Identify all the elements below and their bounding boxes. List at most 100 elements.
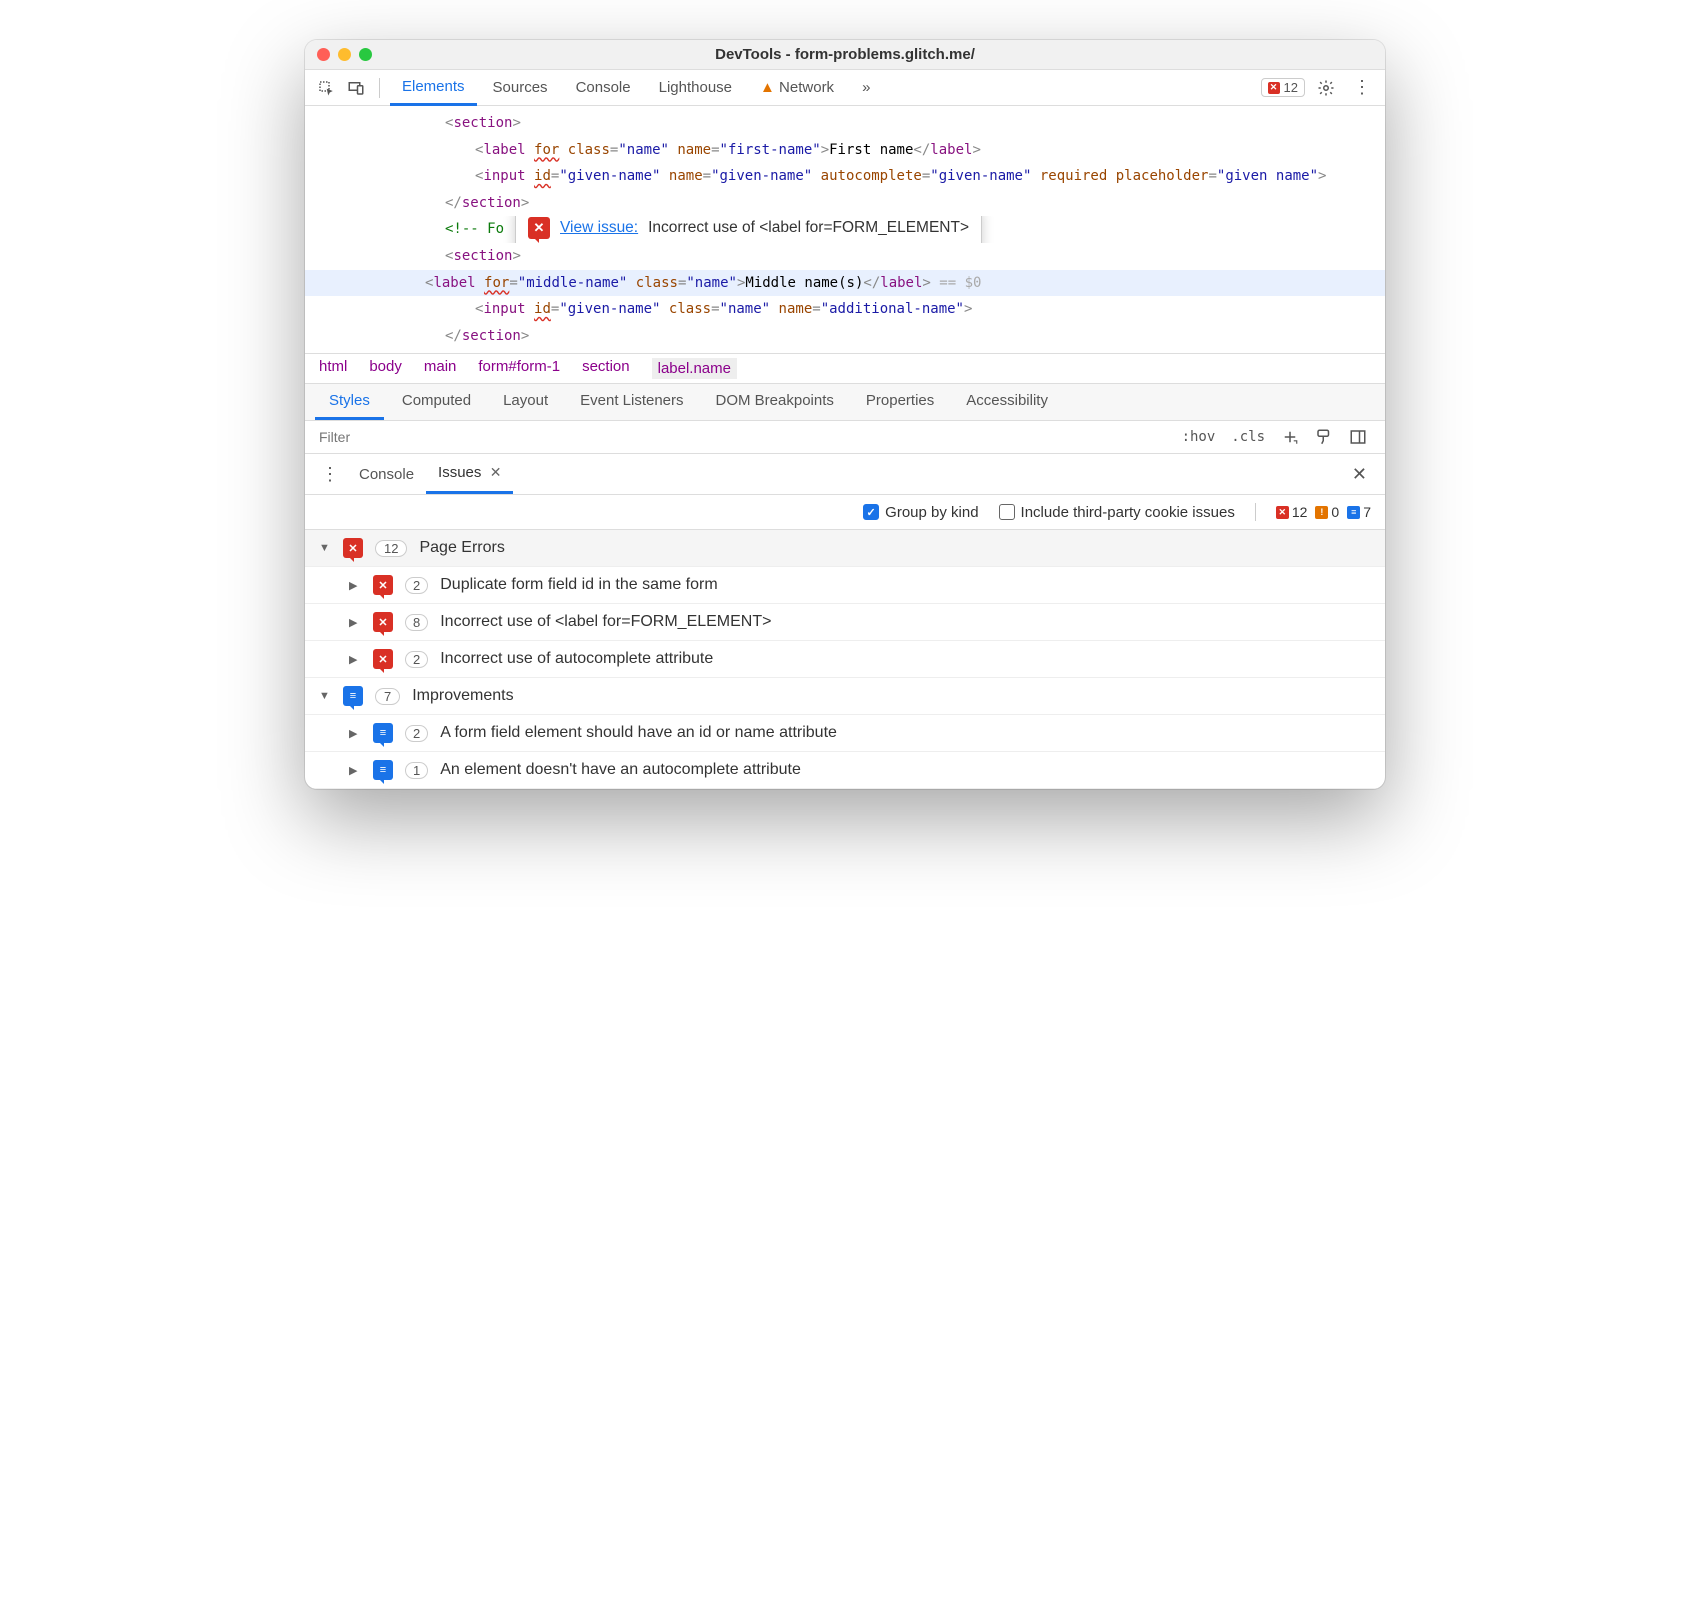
error-speech-icon: ✕ bbox=[528, 217, 550, 239]
issues-list: ▼ ✕ 12 Page Errors ▶ ✕ 2 Duplicate form … bbox=[305, 530, 1385, 789]
crumb[interactable]: form#form-1 bbox=[478, 358, 560, 379]
device-toolbar-icon[interactable] bbox=[343, 78, 369, 96]
more-tabs-button[interactable]: » bbox=[850, 71, 882, 104]
chevron-right-icon: ▶ bbox=[349, 579, 361, 592]
issue-row[interactable]: ▶ ✕ 8 Incorrect use of <label for=FORM_E… bbox=[305, 603, 1385, 640]
dom-line[interactable]: <input id="given-name" class="name" name… bbox=[345, 296, 1375, 323]
toggle-sidebar-icon[interactable] bbox=[1341, 426, 1375, 448]
styles-tabs: Styles Computed Layout Event Listeners D… bbox=[305, 383, 1385, 421]
third-party-label: Include third-party cookie issues bbox=[1021, 504, 1235, 521]
crumb[interactable]: body bbox=[369, 358, 402, 379]
issues-options: ✓Group by kind Include third-party cooki… bbox=[305, 495, 1385, 530]
info-speech-icon: ≡ bbox=[373, 723, 393, 743]
issue-title: Incorrect use of <label for=FORM_ELEMENT… bbox=[440, 613, 771, 631]
warnings-count[interactable]: !0 bbox=[1315, 504, 1339, 520]
tab-network[interactable]: ▲ Network bbox=[748, 71, 846, 104]
chevron-right-icon: ▶ bbox=[349, 653, 361, 666]
chevron-down-icon: ▼ bbox=[319, 542, 331, 554]
issue-count-badges: ✕12 !0 ≡7 bbox=[1276, 504, 1371, 520]
view-issue-link[interactable]: View issue: bbox=[560, 216, 638, 242]
new-style-rule-icon[interactable] bbox=[1273, 426, 1307, 448]
issue-count-pill: 12 bbox=[375, 540, 407, 557]
warning-icon: ▲ bbox=[760, 79, 775, 96]
issue-row[interactable]: ▶ ≡ 1 An element doesn't have an autocom… bbox=[305, 751, 1385, 788]
tab-sources[interactable]: Sources bbox=[481, 71, 560, 104]
chevron-down-icon: ▼ bbox=[319, 690, 331, 702]
issue-tooltip: ✕ View issue: Incorrect use of <label fo… bbox=[515, 216, 982, 243]
info-count[interactable]: ≡7 bbox=[1347, 504, 1371, 520]
drawer-tabs: ⋮ Console Issues ✕ ✕ bbox=[305, 454, 1385, 495]
dom-line[interactable]: ▼<section> bbox=[345, 243, 1375, 270]
issue-row[interactable]: ▶ ✕ 2 Duplicate form field id in the sam… bbox=[305, 566, 1385, 603]
close-tab-icon[interactable]: ✕ bbox=[490, 464, 502, 480]
issue-count-pill: 7 bbox=[375, 688, 400, 705]
dom-line-selected[interactable]: ⋯<label for="middle-name" class="name">M… bbox=[305, 270, 1385, 297]
dom-line[interactable]: <label for class="name" name="first-name… bbox=[345, 137, 1375, 164]
drawer-tab-console[interactable]: Console bbox=[347, 456, 426, 493]
main-toolbar: Elements Sources Console Lighthouse ▲ Ne… bbox=[305, 70, 1385, 106]
settings-icon[interactable] bbox=[1309, 77, 1343, 98]
chevron-right-icon: ▶ bbox=[349, 764, 361, 777]
subtab-layout[interactable]: Layout bbox=[489, 384, 562, 420]
subtab-event-listeners[interactable]: Event Listeners bbox=[566, 384, 697, 420]
error-count-label: 12 bbox=[1284, 80, 1298, 95]
dom-line[interactable]: </section> bbox=[345, 190, 1375, 217]
warnings-count-label: 0 bbox=[1331, 504, 1339, 520]
subtab-computed[interactable]: Computed bbox=[388, 384, 485, 420]
paint-icon[interactable] bbox=[1307, 426, 1341, 448]
close-drawer-icon[interactable]: ✕ bbox=[1342, 464, 1377, 485]
issue-group-title: Page Errors bbox=[419, 539, 504, 557]
chevron-right-icon: ▶ bbox=[349, 727, 361, 740]
crumb[interactable]: html bbox=[319, 358, 347, 379]
crumb-selected[interactable]: label.name bbox=[652, 358, 737, 379]
breadcrumb: html body main form#form-1 section label… bbox=[305, 353, 1385, 383]
styles-filter-input[interactable] bbox=[315, 425, 1174, 449]
tab-console[interactable]: Console bbox=[564, 71, 643, 104]
tab-elements[interactable]: Elements bbox=[390, 70, 477, 106]
hov-button[interactable]: :hov bbox=[1174, 427, 1224, 447]
dom-line[interactable]: <!-- Fo ✕ View issue: Incorrect use of <… bbox=[345, 216, 1375, 243]
crumb[interactable]: section bbox=[582, 358, 630, 379]
issue-count-pill: 8 bbox=[405, 614, 428, 631]
dom-line[interactable]: </section> bbox=[345, 323, 1375, 350]
drawer-kebab-icon[interactable]: ⋮ bbox=[313, 464, 347, 485]
inspect-icon[interactable] bbox=[313, 78, 339, 96]
issue-row[interactable]: ▶ ✕ 2 Incorrect use of autocomplete attr… bbox=[305, 640, 1385, 677]
crumb[interactable]: main bbox=[424, 358, 457, 379]
drawer-tab-issues[interactable]: Issues ✕ bbox=[426, 454, 513, 494]
issue-count-pill: 2 bbox=[405, 651, 428, 668]
dom-line[interactable]: ▼<section> bbox=[345, 110, 1375, 137]
dom-tree[interactable]: ▼<section> <label for class="name" name=… bbox=[305, 106, 1385, 353]
group-by-kind-label: Group by kind bbox=[885, 504, 978, 521]
drawer-tab-issues-label: Issues bbox=[438, 464, 481, 481]
issue-count-pill: 2 bbox=[405, 577, 428, 594]
third-party-checkbox[interactable]: Include third-party cookie issues bbox=[999, 504, 1235, 521]
subtab-styles[interactable]: Styles bbox=[315, 384, 384, 420]
titlebar: DevTools - form-problems.glitch.me/ bbox=[305, 40, 1385, 70]
issue-title: Incorrect use of autocomplete attribute bbox=[440, 650, 713, 668]
error-speech-icon: ✕ bbox=[373, 575, 393, 595]
issue-title: Duplicate form field id in the same form bbox=[440, 576, 717, 594]
issue-group-title: Improvements bbox=[412, 687, 513, 705]
error-count-badge[interactable]: ✕ 12 bbox=[1261, 78, 1305, 97]
error-speech-icon: ✕ bbox=[373, 649, 393, 669]
styles-filter-bar: :hov .cls bbox=[305, 421, 1385, 454]
dom-line[interactable]: <input id="given-name" name="given-name"… bbox=[345, 163, 1375, 190]
error-speech-icon: ✕ bbox=[373, 612, 393, 632]
error-speech-icon: ✕ bbox=[343, 538, 363, 558]
tab-network-label: Network bbox=[779, 79, 834, 96]
issue-group-header[interactable]: ▼ ✕ 12 Page Errors bbox=[305, 530, 1385, 566]
group-by-kind-checkbox[interactable]: ✓Group by kind bbox=[863, 504, 978, 521]
errors-count[interactable]: ✕12 bbox=[1276, 504, 1308, 520]
kebab-menu-icon[interactable]: ⋮ bbox=[1347, 77, 1377, 98]
issue-group-header[interactable]: ▼ ≡ 7 Improvements bbox=[305, 678, 1385, 714]
error-icon: ✕ bbox=[1268, 82, 1280, 94]
subtab-properties[interactable]: Properties bbox=[852, 384, 948, 420]
subtab-dom-breakpoints[interactable]: DOM Breakpoints bbox=[702, 384, 848, 420]
issue-row[interactable]: ▶ ≡ 2 A form field element should have a… bbox=[305, 714, 1385, 751]
info-speech-icon: ≡ bbox=[373, 760, 393, 780]
cls-button[interactable]: .cls bbox=[1223, 427, 1273, 447]
tab-lighthouse[interactable]: Lighthouse bbox=[647, 71, 744, 104]
info-speech-icon: ≡ bbox=[343, 686, 363, 706]
subtab-accessibility[interactable]: Accessibility bbox=[952, 384, 1062, 420]
